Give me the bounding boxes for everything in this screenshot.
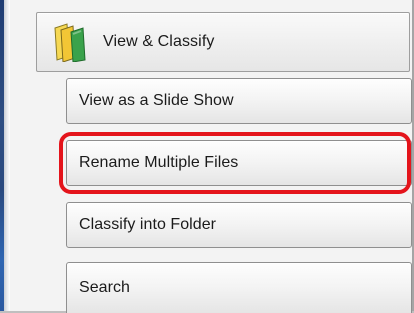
- left-accent-stripe: [0, 0, 4, 313]
- item-label: View as a Slide Show: [79, 92, 234, 109]
- view-as-slide-show-button[interactable]: View as a Slide Show: [66, 78, 412, 124]
- item-label: Search: [79, 279, 130, 296]
- rename-multiple-files-button[interactable]: Rename Multiple Files: [66, 140, 412, 186]
- category-label: View & Classify: [103, 33, 215, 50]
- classify-into-folder-button[interactable]: Classify into Folder: [66, 202, 412, 248]
- left-edge-bar: [0, 0, 10, 313]
- panel-background: View & Classify View as a Slide Show Ren…: [0, 0, 414, 313]
- category-view-classify-button[interactable]: View & Classify: [36, 12, 410, 72]
- search-button[interactable]: Search: [66, 262, 412, 313]
- item-label: Classify into Folder: [79, 216, 217, 233]
- item-label: Rename Multiple Files: [79, 154, 239, 171]
- folder-icon: [53, 22, 87, 63]
